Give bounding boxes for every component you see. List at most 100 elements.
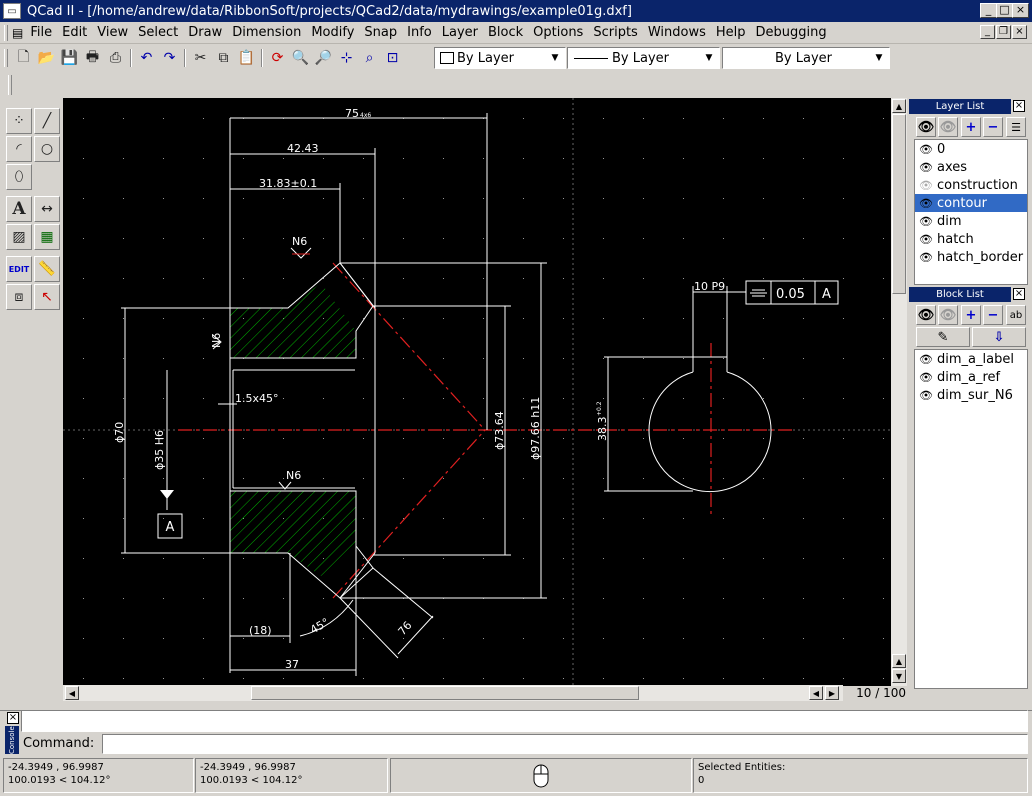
select-tool-icon[interactable]: ↖ <box>34 284 60 310</box>
layer-item-selected[interactable]: 👁 contour <box>915 194 1027 212</box>
eye-icon[interactable]: 👁 <box>919 251 933 264</box>
block-tool-icon[interactable]: ⧈ <box>6 284 32 310</box>
linewidth-combo[interactable]: By Layer ▼ <box>722 47 890 69</box>
print-icon[interactable]: 🖶 <box>81 47 104 69</box>
horizontal-scroll-thumb[interactable] <box>251 686 639 700</box>
doc-minimize-button[interactable]: _ <box>980 25 995 39</box>
maximize-button[interactable]: □ <box>996 3 1013 18</box>
copy-icon[interactable]: ⧉ <box>212 47 235 69</box>
menu-windows[interactable]: Windows <box>643 23 711 43</box>
eye-icon[interactable]: 👁 <box>919 215 933 228</box>
eye-icon[interactable]: 👁 <box>919 233 933 246</box>
document-icon[interactable]: ▤ <box>12 26 23 40</box>
chevron-down-icon[interactable]: ▼ <box>701 50 717 66</box>
block-item[interactable]: 👁 dim_a_ref <box>915 368 1027 386</box>
menu-snap[interactable]: Snap <box>359 23 402 43</box>
menu-dimension[interactable]: Dimension <box>227 23 306 43</box>
chevron-down-icon[interactable]: ▼ <box>547 50 563 66</box>
eye-icon[interactable]: 👁 <box>919 179 933 192</box>
menu-help[interactable]: Help <box>711 23 751 43</box>
add-block-icon[interactable]: + <box>961 305 981 325</box>
drawing-canvas[interactable]: A 75 4x6 42.43 31.83±0.1 N6 N6 1.5x45° N… <box>63 98 891 686</box>
show-all-blocks-icon[interactable]: 👁 <box>916 305 936 325</box>
measure-tool-icon[interactable]: 📏 <box>34 256 60 282</box>
doc-close-button[interactable]: × <box>1012 25 1027 39</box>
save-icon[interactable]: 💾 <box>58 47 81 69</box>
linetype-combo[interactable]: By Layer ▼ <box>567 47 720 69</box>
close-icon[interactable]: × <box>7 712 19 724</box>
menu-debugging[interactable]: Debugging <box>751 23 832 43</box>
horizontal-scrollbar[interactable]: ◀ ◀ ▶ <box>63 685 843 701</box>
undo-icon[interactable]: ↶ <box>135 47 158 69</box>
menu-info[interactable]: Info <box>402 23 437 43</box>
layer-item[interactable]: 👁 construction <box>915 176 1027 194</box>
hide-all-blocks-icon[interactable]: 👁 <box>938 305 958 325</box>
text-tool-icon[interactable]: A <box>6 196 32 222</box>
menu-modify[interactable]: Modify <box>306 23 359 43</box>
hatch-tool-icon[interactable]: ▨ <box>6 224 32 250</box>
add-layer-icon[interactable]: + <box>961 117 981 137</box>
rename-block-icon[interactable]: ab <box>1006 305 1026 325</box>
layer-item[interactable]: 👁 0 <box>915 140 1027 158</box>
color-combo[interactable]: By Layer ▼ <box>434 47 566 69</box>
zoom-previous-icon[interactable]: ⌕ <box>358 47 381 69</box>
layer-list[interactable]: 👁 0 👁 axes 👁 construction 👁 contour 👁 dim 👁 ha… <box>914 139 1028 285</box>
layer-attributes-icon[interactable]: ☰ <box>1006 117 1026 137</box>
close-button[interactable]: × <box>1012 3 1029 18</box>
eye-icon[interactable]: 👁 <box>919 371 933 384</box>
layer-item[interactable]: 👁 dim <box>915 212 1027 230</box>
remove-block-icon[interactable]: − <box>983 305 1003 325</box>
scroll-left-icon[interactable]: ◀ <box>65 686 79 700</box>
remove-layer-icon[interactable]: − <box>983 117 1003 137</box>
redraw-icon[interactable]: ⟳ <box>266 47 289 69</box>
menu-file[interactable]: File <box>25 23 57 43</box>
redo-icon[interactable]: ↷ <box>158 47 181 69</box>
scroll-down-icon[interactable]: ▼ <box>892 669 906 683</box>
circle-tool-icon[interactable]: ○ <box>34 136 60 162</box>
app-icon[interactable]: ▭ <box>3 3 21 19</box>
edit-block-icon[interactable]: ✎ <box>916 327 970 347</box>
scroll-up-icon[interactable]: ▲ <box>892 99 906 113</box>
eye-icon[interactable]: 👁 <box>919 161 933 174</box>
new-file-icon[interactable]: 🗋 <box>12 47 35 69</box>
menu-layer[interactable]: Layer <box>437 23 483 43</box>
points-tool-icon[interactable]: ⁘ <box>6 108 32 134</box>
title-bar[interactable]: ▭ QCad II - [/home/andrew/data/RibbonSof… <box>0 0 1032 22</box>
minimize-button[interactable]: _ <box>980 3 997 18</box>
arc-tool-icon[interactable]: ◜ <box>6 136 32 162</box>
block-item[interactable]: 👁 dim_sur_N6 <box>915 386 1027 404</box>
doc-restore-button[interactable]: ❐ <box>996 25 1011 39</box>
zoom-auto-icon[interactable]: ⊹ <box>335 47 358 69</box>
menu-view[interactable]: View <box>92 23 133 43</box>
eye-icon[interactable]: 👁 <box>919 389 933 402</box>
menu-options[interactable]: Options <box>528 23 588 43</box>
insert-block-icon[interactable]: ⇩ <box>972 327 1026 347</box>
eye-icon[interactable]: 👁 <box>919 353 933 366</box>
command-input[interactable] <box>102 734 1028 754</box>
layer-item[interactable]: 👁 hatch_border <box>915 248 1027 266</box>
print-preview-icon[interactable]: ⎙ <box>104 47 127 69</box>
vertical-scroll-thumb[interactable] <box>892 114 906 294</box>
scroll-right-icon[interactable]: ▶ <box>825 686 839 700</box>
edit-tool-icon[interactable]: EDIT <box>6 256 32 282</box>
dimension-tool-icon[interactable]: ↔ <box>34 196 60 222</box>
show-all-layers-icon[interactable]: 👁 <box>916 117 936 137</box>
vertical-scrollbar[interactable]: ▲ ▲ ▼ <box>891 98 907 686</box>
menu-scripts[interactable]: Scripts <box>588 23 642 43</box>
open-file-icon[interactable]: 📂 <box>35 47 58 69</box>
cut-icon[interactable]: ✂ <box>189 47 212 69</box>
image-tool-icon[interactable]: ▦ <box>34 224 60 250</box>
close-icon[interactable]: × <box>1013 100 1025 112</box>
chevron-down-icon[interactable]: ▼ <box>871 50 887 66</box>
hide-all-layers-icon[interactable]: 👁 <box>938 117 958 137</box>
scroll-left-icon[interactable]: ◀ <box>809 686 823 700</box>
line-tool-icon[interactable]: ╱ <box>34 108 60 134</box>
block-list[interactable]: 👁 dim_a_label 👁 dim_a_ref 👁 dim_sur_N6 <box>914 349 1028 689</box>
menu-draw[interactable]: Draw <box>183 23 227 43</box>
menu-block[interactable]: Block <box>483 23 528 43</box>
eye-icon[interactable]: 👁 <box>919 143 933 156</box>
menu-edit[interactable]: Edit <box>57 23 92 43</box>
menu-select[interactable]: Select <box>133 23 183 43</box>
ellipse-tool-icon[interactable]: ⬯ <box>6 164 32 190</box>
zoom-in-icon[interactable]: 🔍 <box>289 47 312 69</box>
